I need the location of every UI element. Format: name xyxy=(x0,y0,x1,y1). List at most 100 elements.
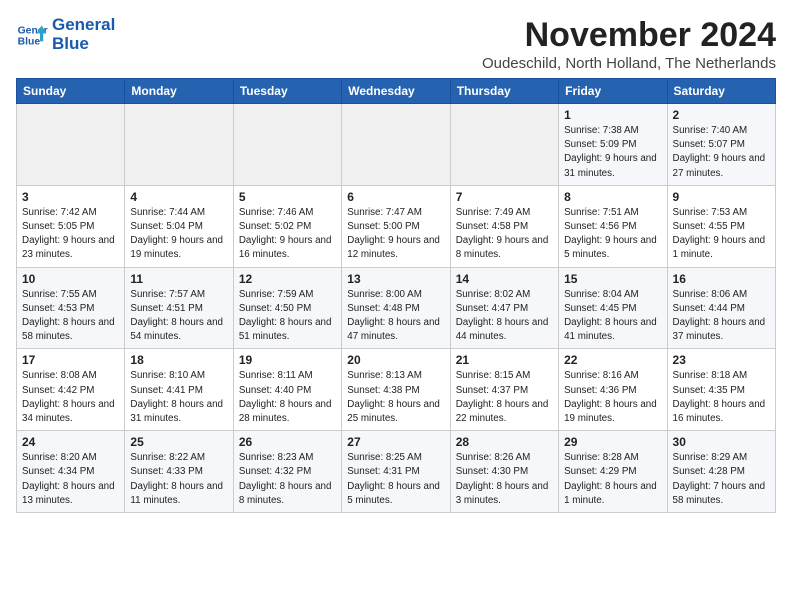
calendar-cell: 9Sunrise: 7:53 AM Sunset: 4:55 PM Daylig… xyxy=(667,185,775,267)
day-number: 17 xyxy=(22,353,119,367)
calendar-cell: 21 Sunrise: 8:15 AM Sunset: 4:37 PM Dayli… xyxy=(450,349,558,431)
calendar-cell: 15 Sunrise: 8:04 AM Sunset: 4:45 PM Dayli… xyxy=(559,267,667,349)
day-info: Sunrise: 8:20 AM Sunset: 4:34 PM Dayligh… xyxy=(22,451,119,508)
day-info: Sunrise: 8:26 AM Sunset: 4:30 PM Dayligh… xyxy=(456,451,553,508)
calendar-cell: 28 Sunrise: 8:26 AM Sunset: 4:30 PM Dayli… xyxy=(450,431,558,513)
day-info: Sunrise: 8:16 AM Sunset: 4:36 PM Dayligh… xyxy=(564,369,661,426)
day-info: Sunrise: 7:42 AM Sunset: 5:05 PM Dayligh… xyxy=(22,206,119,263)
day-info: Sunrise: 8:11 AM Sunset: 4:40 PM Dayligh… xyxy=(239,369,336,426)
day-number: 16 xyxy=(673,272,770,286)
day-info: Sunrise: 7:57 AM Sunset: 4:51 PM Dayligh… xyxy=(130,288,227,345)
day-info: Sunrise: 8:23 AM Sunset: 4:32 PM Dayligh… xyxy=(239,451,336,508)
calendar-cell: 27 Sunrise: 8:25 AM Sunset: 4:31 PM Dayli… xyxy=(342,431,450,513)
day-number: 8 xyxy=(564,190,661,204)
day-number: 5 xyxy=(239,190,336,204)
weekday-header: Thursday xyxy=(450,79,558,104)
weekday-header: Monday xyxy=(125,79,233,104)
day-info: Sunrise: 8:04 AM Sunset: 4:45 PM Dayligh… xyxy=(564,288,661,345)
day-number: 12 xyxy=(239,272,336,286)
calendar-week-row: 17 Sunrise: 8:08 AM Sunset: 4:42 PM Dayli… xyxy=(17,349,776,431)
day-info: Sunrise: 7:51 AM Sunset: 4:56 PM Dayligh… xyxy=(564,206,661,263)
day-info: Sunrise: 7:38 AM Sunset: 5:09 PM Dayligh… xyxy=(564,124,661,181)
day-number: 28 xyxy=(456,435,553,449)
calendar-cell: 3 Sunrise: 7:42 AM Sunset: 5:05 PM Daylig… xyxy=(17,185,125,267)
day-info: Sunrise: 7:53 AM Sunset: 4:55 PM Dayligh… xyxy=(673,206,770,263)
calendar-cell xyxy=(233,104,341,186)
day-info: Sunrise: 7:47 AM Sunset: 5:00 PM Dayligh… xyxy=(347,206,444,263)
calendar-cell: 25 Sunrise: 8:22 AM Sunset: 4:33 PM Dayli… xyxy=(125,431,233,513)
day-info: Sunrise: 7:40 AM Sunset: 5:07 PM Dayligh… xyxy=(673,124,770,181)
calendar-cell: 16 Sunrise: 8:06 AM Sunset: 4:44 PM Dayli… xyxy=(667,267,775,349)
day-info: Sunrise: 8:28 AM Sunset: 4:29 PM Dayligh… xyxy=(564,451,661,508)
day-info: Sunrise: 8:29 AM Sunset: 4:28 PM Dayligh… xyxy=(673,451,770,508)
day-info: Sunrise: 7:55 AM Sunset: 4:53 PM Dayligh… xyxy=(22,288,119,345)
logo: General Blue General Blue xyxy=(16,16,115,53)
day-number: 19 xyxy=(239,353,336,367)
svg-text:Blue: Blue xyxy=(18,36,41,47)
day-number: 25 xyxy=(130,435,227,449)
day-number: 10 xyxy=(22,272,119,286)
title-block: November 2024 Oudeschild, North Holland,… xyxy=(482,16,776,72)
calendar-cell: 1 Sunrise: 7:38 AM Sunset: 5:09 PM Daylig… xyxy=(559,104,667,186)
calendar-cell: 29Sunrise: 8:28 AM Sunset: 4:29 PM Dayli… xyxy=(559,431,667,513)
page-header: General Blue General Blue November 2024 … xyxy=(16,16,776,72)
calendar-cell: 24 Sunrise: 8:20 AM Sunset: 4:34 PM Dayli… xyxy=(17,431,125,513)
calendar-table: SundayMondayTuesdayWednesdayThursdayFrid… xyxy=(16,78,776,513)
calendar-cell: 22 Sunrise: 8:16 AM Sunset: 4:36 PM Dayli… xyxy=(559,349,667,431)
weekday-header: Tuesday xyxy=(233,79,341,104)
calendar-cell: 19 Sunrise: 8:11 AM Sunset: 4:40 PM Dayli… xyxy=(233,349,341,431)
calendar-cell xyxy=(342,104,450,186)
weekday-header: Sunday xyxy=(17,79,125,104)
calendar-cell: 7Sunrise: 7:49 AM Sunset: 4:58 PM Daylig… xyxy=(450,185,558,267)
day-number: 7 xyxy=(456,190,553,204)
calendar-cell: 11 Sunrise: 7:57 AM Sunset: 4:51 PM Dayli… xyxy=(125,267,233,349)
weekday-header: Saturday xyxy=(667,79,775,104)
calendar-cell: 13Sunrise: 8:00 AM Sunset: 4:48 PM Dayli… xyxy=(342,267,450,349)
day-info: Sunrise: 8:02 AM Sunset: 4:47 PM Dayligh… xyxy=(456,288,553,345)
calendar-cell: 2Sunrise: 7:40 AM Sunset: 5:07 PM Daylig… xyxy=(667,104,775,186)
day-number: 11 xyxy=(130,272,227,286)
day-number: 4 xyxy=(130,190,227,204)
weekday-header: Friday xyxy=(559,79,667,104)
day-info: Sunrise: 7:59 AM Sunset: 4:50 PM Dayligh… xyxy=(239,288,336,345)
day-number: 14 xyxy=(456,272,553,286)
calendar-cell: 18Sunrise: 8:10 AM Sunset: 4:41 PM Dayli… xyxy=(125,349,233,431)
day-number: 15 xyxy=(564,272,661,286)
calendar-body: 1 Sunrise: 7:38 AM Sunset: 5:09 PM Daylig… xyxy=(17,104,776,513)
day-number: 26 xyxy=(239,435,336,449)
day-number: 1 xyxy=(564,108,661,122)
logo-icon: General Blue xyxy=(16,19,48,51)
logo-general: General xyxy=(52,16,115,35)
calendar-cell: 30 Sunrise: 8:29 AM Sunset: 4:28 PM Dayli… xyxy=(667,431,775,513)
day-number: 30 xyxy=(673,435,770,449)
calendar-week-row: 24 Sunrise: 8:20 AM Sunset: 4:34 PM Dayli… xyxy=(17,431,776,513)
day-number: 22 xyxy=(564,353,661,367)
calendar-week-row: 10 Sunrise: 7:55 AM Sunset: 4:53 PM Dayli… xyxy=(17,267,776,349)
calendar-week-row: 3 Sunrise: 7:42 AM Sunset: 5:05 PM Daylig… xyxy=(17,185,776,267)
day-info: Sunrise: 8:13 AM Sunset: 4:38 PM Dayligh… xyxy=(347,369,444,426)
calendar-cell xyxy=(450,104,558,186)
day-number: 21 xyxy=(456,353,553,367)
calendar-cell xyxy=(17,104,125,186)
day-info: Sunrise: 8:06 AM Sunset: 4:44 PM Dayligh… xyxy=(673,288,770,345)
calendar-cell: 6 Sunrise: 7:47 AM Sunset: 5:00 PM Daylig… xyxy=(342,185,450,267)
day-info: Sunrise: 8:08 AM Sunset: 4:42 PM Dayligh… xyxy=(22,369,119,426)
calendar-cell: 20Sunrise: 8:13 AM Sunset: 4:38 PM Dayli… xyxy=(342,349,450,431)
day-info: Sunrise: 7:44 AM Sunset: 5:04 PM Dayligh… xyxy=(130,206,227,263)
calendar-cell xyxy=(125,104,233,186)
day-number: 6 xyxy=(347,190,444,204)
day-number: 23 xyxy=(673,353,770,367)
day-number: 18 xyxy=(130,353,227,367)
day-info: Sunrise: 8:25 AM Sunset: 4:31 PM Dayligh… xyxy=(347,451,444,508)
calendar-cell: 12 Sunrise: 7:59 AM Sunset: 4:50 PM Dayli… xyxy=(233,267,341,349)
day-info: Sunrise: 8:18 AM Sunset: 4:35 PM Dayligh… xyxy=(673,369,770,426)
calendar-week-row: 1 Sunrise: 7:38 AM Sunset: 5:09 PM Daylig… xyxy=(17,104,776,186)
day-info: Sunrise: 8:22 AM Sunset: 4:33 PM Dayligh… xyxy=(130,451,227,508)
weekday-header: Wednesday xyxy=(342,79,450,104)
calendar-cell: 26 Sunrise: 8:23 AM Sunset: 4:32 PM Dayli… xyxy=(233,431,341,513)
day-number: 3 xyxy=(22,190,119,204)
day-number: 24 xyxy=(22,435,119,449)
calendar-cell: 17 Sunrise: 8:08 AM Sunset: 4:42 PM Dayli… xyxy=(17,349,125,431)
day-number: 27 xyxy=(347,435,444,449)
day-info: Sunrise: 8:15 AM Sunset: 4:37 PM Dayligh… xyxy=(456,369,553,426)
